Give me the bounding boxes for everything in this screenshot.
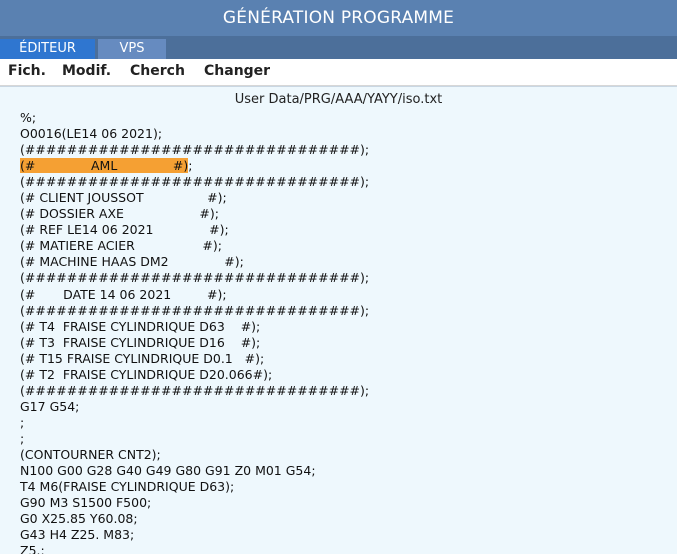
menu-modifier[interactable]: Modif. (62, 63, 111, 79)
title-bar: GÉNÉRATION PROGRAMME (0, 0, 677, 36)
code-line[interactable]: G0 X25.85 Y60.08; (20, 511, 369, 527)
code-line[interactable]: (# T4 FRAISE CYLINDRIQUE D63 #); (20, 319, 369, 335)
menu-bar: Fich. Modif. Cherch Changer (0, 59, 677, 86)
code-line[interactable]: (# T3 FRAISE CYLINDRIQUE D16 #); (20, 335, 369, 351)
code-line[interactable]: G17 G54; (20, 399, 369, 415)
tab-bar: ÉDITEUR VPS (0, 36, 677, 59)
menu-chercher[interactable]: Cherch (130, 63, 185, 79)
code-line[interactable]: (# T2 FRAISE CYLINDRIQUE D20.066#); (20, 367, 369, 383)
code-line[interactable]: (# REF LE14 06 2021 #); (20, 222, 369, 238)
code-content[interactable]: %; O0016(LE14 06 2021); (#################… (20, 110, 369, 554)
code-line[interactable]: (# MATIERE ACIER #); (20, 238, 369, 254)
code-line[interactable]: (################################); (20, 142, 369, 158)
code-line[interactable]: (CONTOURNER CNT2); (20, 447, 369, 463)
code-line[interactable]: ; (20, 431, 369, 447)
code-line[interactable]: (################################); (20, 303, 369, 319)
code-line[interactable]: (# CLIENT JOUSSOT #); (20, 190, 369, 206)
code-line[interactable]: G90 M3 S1500 F500; (20, 495, 369, 511)
code-editor[interactable]: User Data/PRG/AAA/YAYY/iso.txt %; O0016(L… (0, 86, 677, 554)
tab-editeur[interactable]: ÉDITEUR (0, 39, 95, 59)
code-line[interactable]: T4 M6(FRAISE CYLINDRIQUE D63); (20, 479, 369, 495)
selection-highlight: (# AML #) (20, 158, 189, 174)
code-line[interactable]: ; (20, 415, 369, 431)
code-line[interactable]: (# AML #); (20, 158, 369, 174)
file-path: User Data/PRG/AAA/YAYY/iso.txt (234, 92, 443, 107)
menu-changer[interactable]: Changer (204, 63, 270, 79)
code-line[interactable]: (# T15 FRAISE CYLINDRIQUE D0.1 #); (20, 351, 369, 367)
code-line[interactable]: (################################); (20, 383, 369, 399)
menu-fichier[interactable]: Fich. (8, 63, 46, 79)
code-line[interactable]: (# DOSSIER AXE #); (20, 206, 369, 222)
code-line[interactable]: Z5.; (20, 543, 369, 554)
code-line[interactable]: (################################); (20, 174, 369, 190)
code-line[interactable]: G43 H4 Z25. M83; (20, 527, 369, 543)
code-line[interactable]: O0016(LE14 06 2021); (20, 126, 369, 142)
code-line[interactable]: (# DATE 14 06 2021 #); (20, 287, 369, 303)
tab-vps[interactable]: VPS (98, 39, 166, 59)
code-line[interactable]: N100 G00 G28 G40 G49 G80 G91 Z0 M01 G54; (20, 463, 369, 479)
code-line[interactable]: (################################); (20, 270, 369, 286)
code-line[interactable]: %; (20, 110, 369, 126)
code-line[interactable]: (# MACHINE HAAS DM2 #); (20, 254, 369, 270)
window-title: GÉNÉRATION PROGRAMME (222, 8, 455, 28)
